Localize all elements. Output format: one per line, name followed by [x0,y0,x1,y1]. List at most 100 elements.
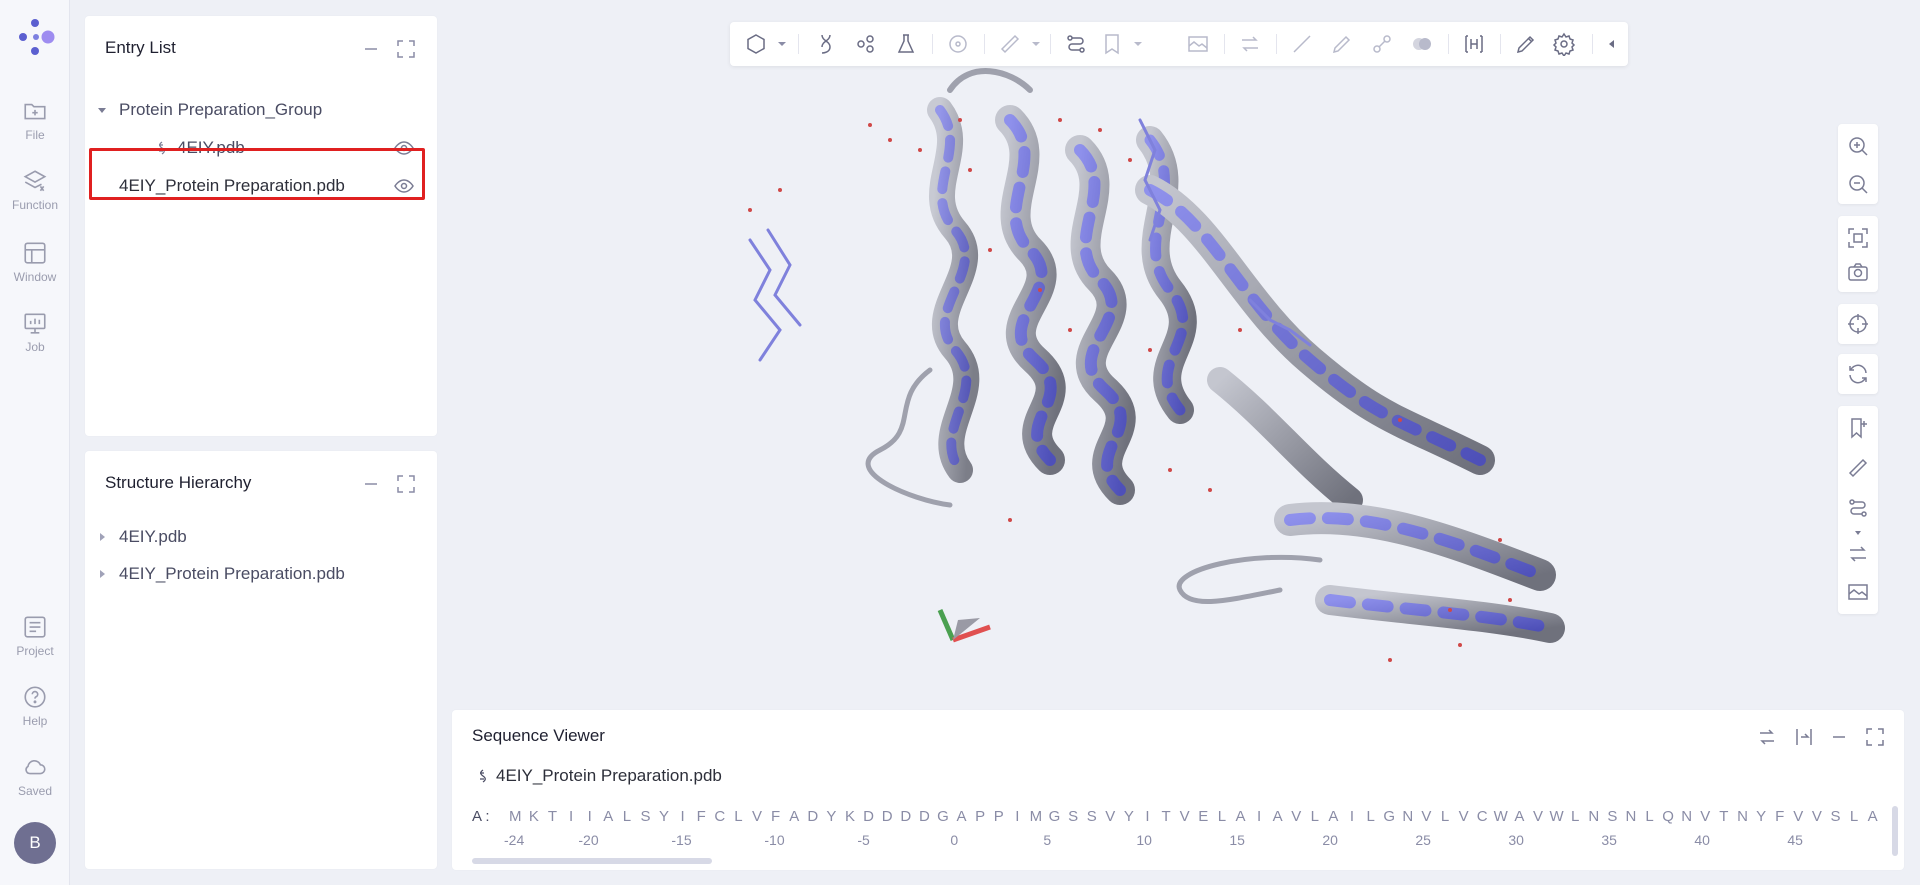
residue[interactable]: S [636,808,655,825]
horizontal-scrollbar[interactable] [472,858,712,864]
rail-help-button[interactable]: Help [0,684,70,744]
hierarchy-item-row[interactable]: 4EIY_Protein Preparation.pdb [85,558,437,590]
rotate-button[interactable] [1846,362,1870,386]
superpose-button[interactable] [1238,32,1262,56]
residue[interactable]: L [1566,808,1585,825]
residue[interactable]: V [1454,808,1473,825]
add-bookmark-button[interactable] [1846,416,1870,440]
residue[interactable]: A [1268,808,1287,825]
residue[interactable]: G [1380,808,1399,825]
residue[interactable]: A [1510,808,1529,825]
residue[interactable]: W [1491,808,1510,825]
residue[interactable]: I [673,808,692,825]
residue[interactable]: V [1175,808,1194,825]
residue[interactable]: L [1845,808,1864,825]
residue[interactable]: D [896,808,915,825]
residue[interactable]: L [1436,808,1455,825]
residue[interactable]: N [1733,808,1752,825]
residue[interactable]: L [1213,808,1232,825]
rail-window-button[interactable]: Window [0,240,70,300]
zoom-out-button[interactable] [1846,172,1870,196]
residue[interactable]: N [1399,808,1418,825]
residue[interactable]: M [1027,808,1046,825]
caret-right-icon[interactable] [97,532,107,542]
entry-group-row[interactable]: Protein Preparation_Group [85,94,437,126]
overlay-button[interactable] [1410,32,1434,56]
caret-right-icon[interactable] [97,569,107,579]
residue[interactable]: T [1157,808,1176,825]
molecule-button[interactable] [854,32,878,56]
measure-dropdown-button[interactable] [1024,32,1040,56]
residue[interactable]: C [711,808,730,825]
line-tool-button[interactable] [1290,32,1314,56]
residue[interactable]: D [859,808,878,825]
residue[interactable]: L [618,808,637,825]
fit-view-button[interactable] [1846,226,1870,250]
residue[interactable]: N [1677,808,1696,825]
residue[interactable]: F [692,808,711,825]
rail-file-button[interactable]: File [0,98,70,158]
residue[interactable]: Y [822,808,841,825]
toolbar-collapse-button[interactable] [1600,32,1614,56]
select-atom-button[interactable] [946,32,970,56]
residue[interactable]: L [729,808,748,825]
style-dropdown-button[interactable] [770,32,786,56]
residue[interactable]: L [1361,808,1380,825]
residue[interactable]: F [1770,808,1789,825]
residue[interactable]: A [785,808,804,825]
residue[interactable]: I [1250,808,1269,825]
pen-tool-button[interactable] [1330,32,1354,56]
swap-side-button[interactable] [1846,542,1870,566]
residue[interactable]: I [580,808,599,825]
residue[interactable]: F [766,808,785,825]
residue[interactable]: D [915,808,934,825]
residue[interactable]: K [841,808,860,825]
structure-hierarchy-minimize-button[interactable] [360,473,382,495]
rail-function-button[interactable]: Function [0,168,70,228]
residue[interactable]: G [934,808,953,825]
residue[interactable]: N [1622,808,1641,825]
rail-project-button[interactable]: Project [0,614,70,674]
center-view-button[interactable] [1846,312,1870,336]
path-side-button[interactable] [1846,496,1870,520]
residue[interactable]: I [1008,808,1027,825]
residue[interactable]: T [543,808,562,825]
residue[interactable]: L [1640,808,1659,825]
residue[interactable]: D [878,808,897,825]
ruler-side-button[interactable] [1846,456,1870,480]
entry-list-minimize-button[interactable] [360,38,382,60]
residue[interactable]: Y [655,808,674,825]
residue[interactable]: V [1287,808,1306,825]
residue[interactable]: A [1863,808,1882,825]
residue[interactable]: V [748,808,767,825]
app-logo-icon[interactable] [14,16,56,58]
residue[interactable]: Y [1120,808,1139,825]
residue[interactable]: A [599,808,618,825]
flask-button[interactable] [894,32,918,56]
residue[interactable]: C [1473,808,1492,825]
residue-sequence[interactable]: MKTIIALSYIFCLVFADYKDDDDGAPPIMGSSVYITVELA… [506,808,1888,825]
residue[interactable]: A [1231,808,1250,825]
surface-side-button[interactable] [1846,580,1870,604]
bookmark-button[interactable] [1100,32,1124,56]
zoom-in-button[interactable] [1846,134,1870,158]
residue[interactable]: E [1194,808,1213,825]
dna-button[interactable] [814,32,838,56]
residue[interactable]: I [1343,808,1362,825]
residue[interactable]: P [989,808,1008,825]
structure-hierarchy-maximize-button[interactable] [395,473,417,495]
hydrogen-button[interactable] [1462,32,1486,56]
path-side-dropdown[interactable] [1846,522,1870,535]
screenshot-button[interactable] [1846,260,1870,284]
residue[interactable]: I [562,808,581,825]
surface-button[interactable] [1186,32,1210,56]
entry-list-maximize-button[interactable] [395,38,417,60]
sequence-file-row[interactable]: 4EIY_Protein Preparation.pdb [474,766,722,786]
bookmark-dropdown-button[interactable] [1126,32,1142,56]
path-button[interactable] [1064,32,1088,56]
hierarchy-item-row[interactable]: 4EIY.pdb [85,521,437,553]
residue[interactable]: L [1306,808,1325,825]
residue[interactable]: S [1603,808,1622,825]
residue[interactable]: I [1138,808,1157,825]
residue[interactable]: V [1417,808,1436,825]
